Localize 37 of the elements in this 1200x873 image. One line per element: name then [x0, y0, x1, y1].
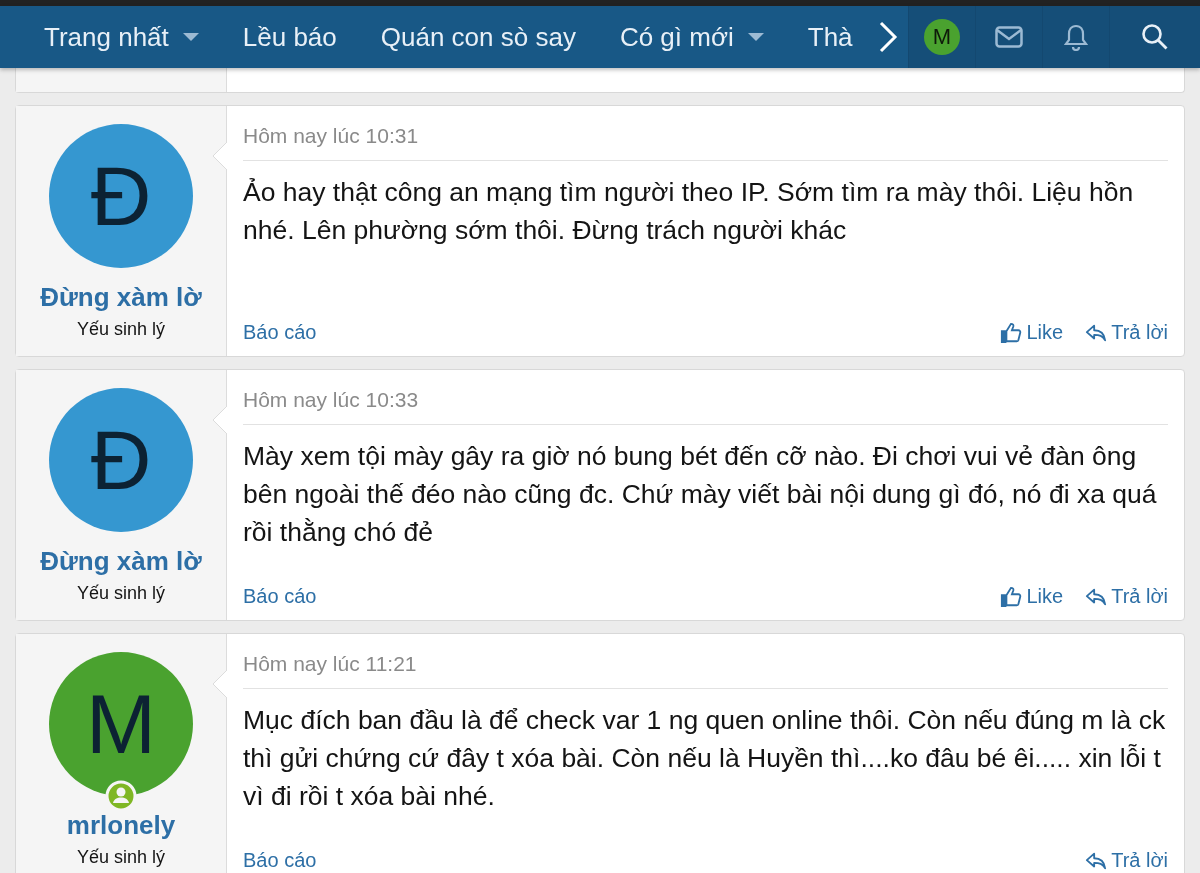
- reply-link[interactable]: Trả lời: [1111, 321, 1168, 344]
- reply-link[interactable]: Trả lời: [1111, 585, 1168, 608]
- thumbs-up-icon: [1000, 585, 1023, 608]
- nav-tab[interactable]: Trang nhất: [22, 21, 221, 53]
- user-avatar[interactable]: Đ: [49, 124, 193, 268]
- post-date: Hôm nay lúc 10:33: [243, 388, 1168, 425]
- like-link[interactable]: Like: [1026, 585, 1064, 608]
- username-link[interactable]: Đừng xàm lờ: [40, 546, 202, 577]
- post-message: Ảo hay thật công an mạng tìm người theo IP. Sớm tìm ra mày thôi. Liệu hồn nhé. Lên phường sớm thôi. Đừng trách người khác: [243, 176, 1135, 247]
- report-link[interactable]: Báo cáo: [243, 321, 317, 343]
- report-link[interactable]: Báo cáo: [243, 849, 317, 871]
- post-message: Mày xem tội mày gây ra giờ nó bung bét đến cỡ nào. Đi chơi vui vẻ đàn ông bên ngoài thế đéo nào cũng đc. Chứ mày viết bài nội dung gì đó, nó đi xa quá rồi thằng chó đẻ: [243, 440, 1158, 549]
- post-message: Mục đích ban đầu là để check var 1 ng quen online thôi. Còn nếu đúng m là ck thì gửi chứng cứ đây t xóa bài. Còn nếu là Huyền thì....ko đâu bé êi..... xin lỗi t vì đi rồi t xóa bài nhé.: [243, 704, 1167, 813]
- online-status-icon: [105, 780, 137, 812]
- user-avatar[interactable]: Đ: [49, 388, 193, 532]
- caret-icon[interactable]: [182, 32, 199, 42]
- report-link[interactable]: Báo cáo: [243, 585, 317, 607]
- user-avatar[interactable]: M: [49, 652, 193, 796]
- user-title: Yếu sinh lý: [76, 847, 166, 868]
- thumbs-up-icon: [1000, 321, 1023, 344]
- nav-tab[interactable]: Quán con sò say: [358, 21, 598, 53]
- like-link[interactable]: Like: [1026, 321, 1064, 344]
- username-link[interactable]: Đừng xàm lờ: [40, 282, 202, 313]
- user-title: Yếu sinh lý: [76, 319, 166, 340]
- mail-icon[interactable]: [995, 26, 1023, 48]
- nav-tab[interactable]: Thà: [785, 21, 875, 53]
- nav-tab[interactable]: Có gì mới: [597, 21, 786, 53]
- user-avatar[interactable]: M: [924, 19, 960, 55]
- username-link[interactable]: mrlonely: [66, 810, 176, 841]
- caret-icon[interactable]: [747, 32, 764, 42]
- bell-icon[interactable]: [1064, 23, 1088, 51]
- nav-tab[interactable]: Lều báo: [220, 21, 359, 53]
- reply-link[interactable]: Trả lời: [1111, 849, 1168, 872]
- post-date: Hôm nay lúc 10:31: [243, 124, 1168, 161]
- search-icon[interactable]: [1141, 23, 1169, 51]
- user-title: Yếu sinh lý: [76, 583, 166, 604]
- post-date: Hôm nay lúc 11:21: [243, 652, 1168, 689]
